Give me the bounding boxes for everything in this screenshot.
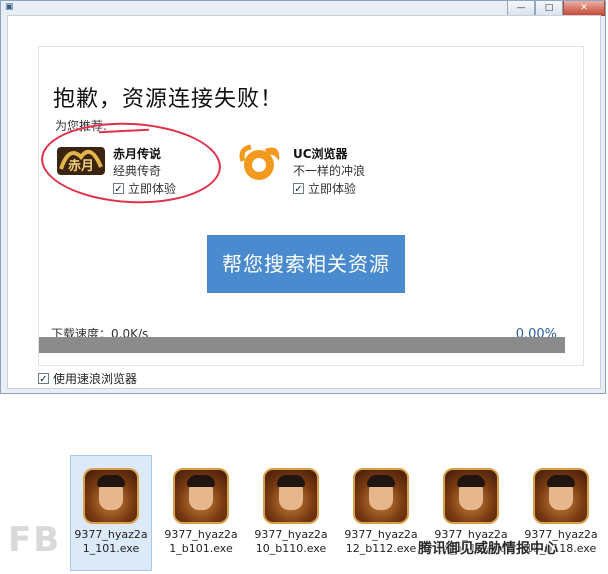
page-title: 抱歉，资源连接失败！ — [53, 87, 284, 112]
hair-graphic — [457, 475, 485, 487]
checkbox-check-icon[interactable]: ✓ — [293, 183, 304, 195]
progress-bar — [39, 337, 565, 353]
hair-graphic — [547, 475, 575, 487]
download-dialog-window: ▣ — □ ✕ 抱歉，资源连接失败！ 为您推荐: 赤月 赤月传说 经典传奇 ✓ … — [0, 0, 606, 394]
close-button[interactable]: ✕ — [563, 1, 605, 16]
app-info: UC浏览器 不一样的冲浪 ✓ 立即体验 — [293, 139, 365, 197]
exe-file-item[interactable]: 9377_hyaz2a12_b112.exe — [340, 455, 422, 571]
game-app-icon — [353, 468, 409, 524]
hair-graphic — [187, 475, 215, 487]
app-description: 不一样的冲浪 — [293, 164, 366, 178]
file-name: 9377_hyaz2a12_b112.exe — [344, 528, 418, 555]
app-name: 赤月传说 — [113, 147, 162, 161]
app-description: 经典传奇 — [113, 164, 162, 178]
dialog-content: 抱歉，资源连接失败！ 为您推荐: 赤月 赤月传说 经典传奇 ✓ 立即体验 UC浏… — [7, 15, 601, 389]
try-now-checkbox[interactable]: ✓ 立即体验 — [293, 180, 365, 197]
game-app-icon — [533, 468, 589, 524]
file-name: 9377_hyaz2a1_b101.exe — [164, 528, 238, 555]
app-name: UC浏览器 — [293, 147, 348, 161]
search-resources-button[interactable]: 帮您搜索相关资源 — [207, 235, 405, 293]
app-icon: ▣ — [5, 2, 14, 12]
recommended-app-chiyue[interactable]: 赤月 赤月传说 经典传奇 ✓ 立即体验 — [39, 118, 223, 208]
recommended-app-uc[interactable]: UC浏览器 不一样的冲浪 ✓ 立即体验 — [235, 139, 365, 197]
try-now-checkbox[interactable]: ✓ 立即体验 — [113, 180, 176, 197]
watermark-text: 腾讯御见威胁情报中心 — [418, 541, 558, 557]
main-panel: 抱歉，资源连接失败！ 为您推荐: 赤月 赤月传说 经典传奇 ✓ 立即体验 UC浏… — [38, 46, 584, 366]
hair-graphic — [367, 475, 395, 487]
chiyue-logo-icon: 赤月 — [57, 147, 105, 175]
checkbox-check-icon[interactable]: ✓ — [38, 373, 49, 385]
maximize-button[interactable]: □ — [535, 1, 563, 16]
file-name: 9377_hyaz2a10_b110.exe — [254, 528, 328, 555]
exe-file-item[interactable]: 9377_hyaz2a1_b101.exe — [160, 455, 242, 571]
title-bar[interactable]: ▣ — □ ✕ — [1, 1, 605, 16]
faint-logo-watermark: FB — [8, 520, 62, 560]
game-app-icon — [173, 468, 229, 524]
checkbox-label: 立即体验 — [128, 182, 177, 196]
exe-file-item[interactable]: 9377_hyaz2a1_101.exe — [70, 455, 152, 571]
window-controls: — □ ✕ — [507, 1, 605, 16]
uc-squirrel-icon — [239, 144, 280, 180]
app-info: 赤月传说 经典传奇 ✓ 立即体验 — [113, 139, 176, 197]
use-browser-checkbox[interactable]: ✓ 使用速浪浏览器 — [38, 370, 137, 387]
game-app-icon — [263, 468, 319, 524]
minimize-button[interactable]: — — [507, 1, 535, 16]
svg-text:赤月: 赤月 — [68, 158, 94, 174]
checkbox-label: 使用速浪浏览器 — [53, 372, 138, 386]
hair-graphic — [277, 475, 305, 487]
exe-file-item[interactable]: 9377_hyaz2a10_b110.exe — [250, 455, 332, 571]
checkbox-check-icon[interactable]: ✓ — [113, 183, 124, 195]
file-name: 9377_hyaz2a1_101.exe — [74, 528, 148, 555]
hair-graphic — [97, 475, 125, 487]
game-app-icon — [443, 468, 499, 524]
checkbox-label: 立即体验 — [308, 182, 357, 196]
game-app-icon — [83, 468, 139, 524]
